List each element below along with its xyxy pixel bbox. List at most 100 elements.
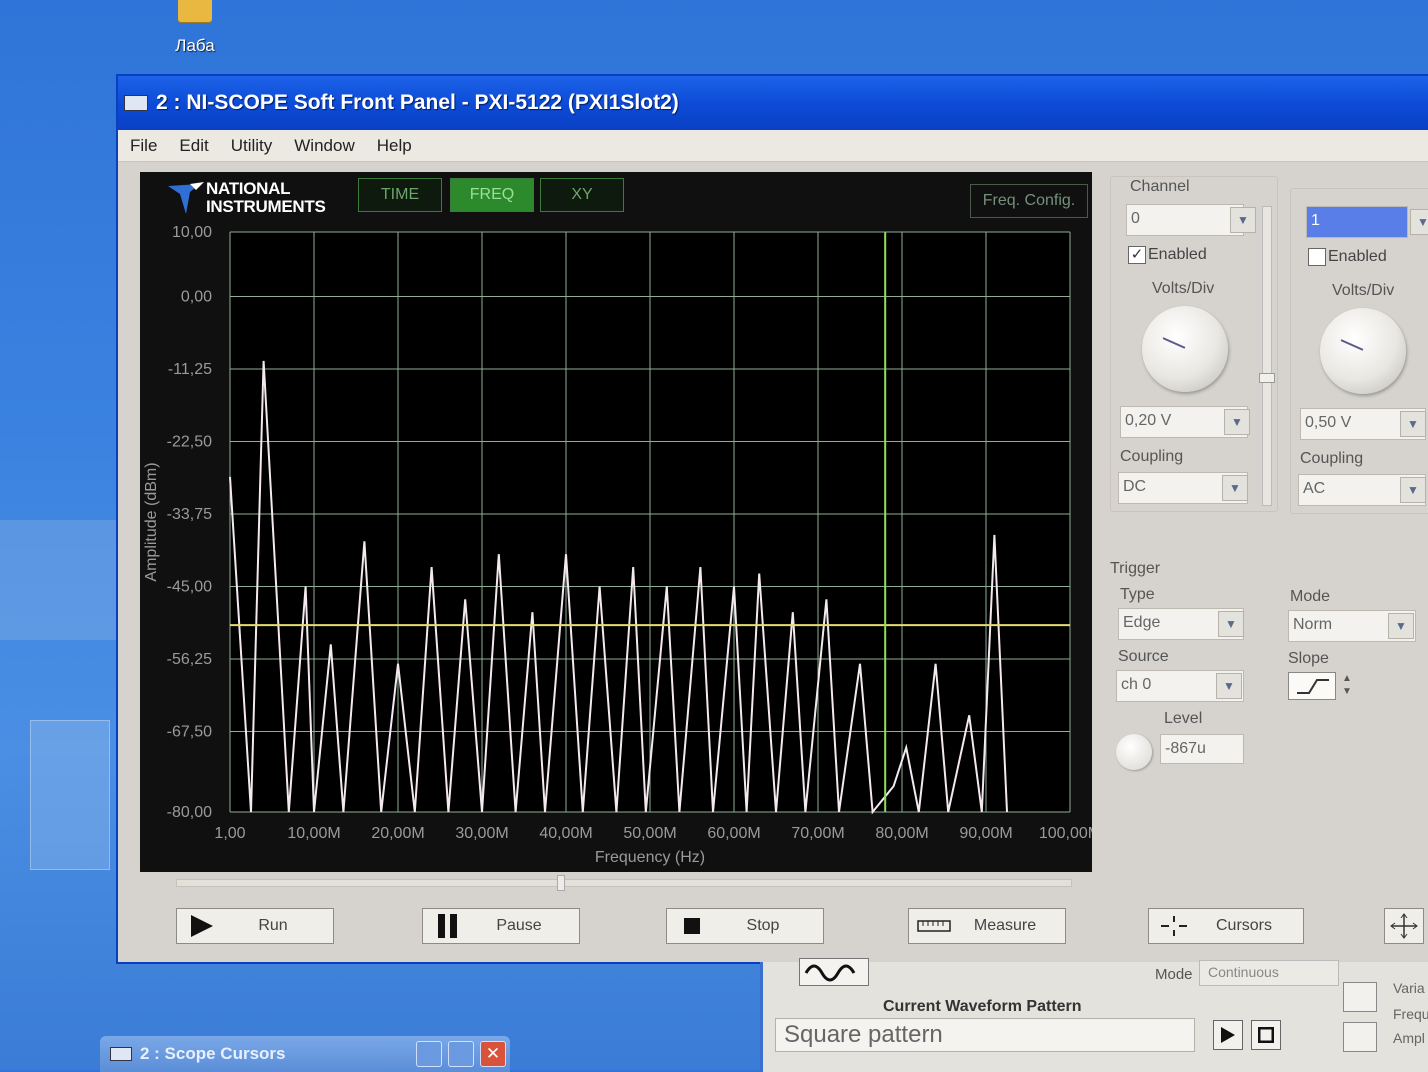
ruler-icon: [917, 920, 951, 932]
y-tick-label: 0,00: [181, 288, 212, 305]
trigger-level-knob[interactable]: [1116, 734, 1152, 770]
generator-option-button-1[interactable]: [1343, 982, 1377, 1012]
side-label-amplitude: Ampl: [1393, 1030, 1425, 1046]
ni-eagle-icon: [168, 182, 204, 214]
title-bar[interactable]: 2 : NI-SCOPE Soft Front Panel - PXI-5122…: [118, 76, 1428, 130]
x-tick-label: 70,00M: [791, 825, 844, 842]
chevron-down-icon[interactable]: ▼: [1388, 613, 1414, 639]
chevron-down-icon[interactable]: ▼: [1400, 477, 1426, 503]
waveform-preview[interactable]: [799, 958, 869, 986]
play-icon: [191, 915, 213, 937]
x-tick-label: 1,00: [214, 825, 245, 842]
cursors-button[interactable]: Cursors: [1148, 908, 1304, 944]
stop-button[interactable]: Stop: [666, 908, 824, 944]
chevron-down-icon[interactable]: ▼: [1410, 209, 1428, 235]
menu-bar: File Edit Utility Window Help: [118, 130, 1428, 162]
x-tick-label: 40,00M: [539, 825, 592, 842]
scope-cursors-title: 2 : Scope Cursors: [140, 1044, 286, 1063]
spectrum-graph-panel: 10,00 0,00 -11,25 -22,50 -33,75 -45,00 -56,25 -…: [140, 172, 1092, 872]
channel0-select[interactable]: 0: [1126, 204, 1244, 236]
menu-window[interactable]: Window: [294, 136, 354, 156]
stop-icon: [684, 918, 700, 934]
generator-mode-select[interactable]: Continuous: [1199, 960, 1339, 986]
pause-button[interactable]: Pause: [422, 908, 580, 944]
measure-button[interactable]: Measure: [908, 908, 1066, 944]
pattern-field[interactable]: Square pattern: [775, 1018, 1195, 1052]
y-tick-label: -11,25: [168, 361, 212, 378]
pattern-title: Current Waveform Pattern: [883, 998, 1082, 1015]
y-axis-label: Amplitude (dBm): [143, 462, 160, 581]
chevron-down-icon[interactable]: ▼: [1216, 673, 1242, 699]
channel0-enabled-checkbox[interactable]: ✓: [1128, 246, 1146, 264]
run-button[interactable]: Run: [176, 908, 334, 944]
spectrum-plot[interactable]: 10,00 0,00 -11,25 -22,50 -33,75 -45,00 -56,25 -…: [140, 172, 1092, 872]
channel1-enabled-checkbox[interactable]: [1308, 248, 1326, 266]
channel1-enabled-label: Enabled: [1328, 248, 1387, 265]
tab-time[interactable]: TIME: [358, 178, 442, 212]
menu-utility[interactable]: Utility: [231, 136, 273, 156]
chevron-down-icon[interactable]: ▼: [1224, 409, 1250, 435]
side-label-variable: Varia: [1393, 980, 1425, 996]
x-tick-label: 80,00M: [875, 825, 928, 842]
freq-config-button[interactable]: Freq. Config.: [970, 184, 1088, 218]
trigger-slope-label: Slope: [1288, 650, 1329, 667]
close-icon[interactable]: ✕: [480, 1041, 506, 1067]
channel-scrollbar[interactable]: [1259, 206, 1275, 506]
channel1-coupling-label: Coupling: [1300, 450, 1364, 467]
trigger-slope-button[interactable]: [1288, 672, 1336, 700]
background-window-2: [30, 720, 110, 870]
slope-spinner-icon[interactable]: ▲ ▼: [1340, 672, 1354, 700]
tab-xy[interactable]: XY: [540, 178, 624, 212]
side-label-frequency: Frequ: [1393, 1006, 1428, 1022]
x-tick-label: 10,00M: [287, 825, 340, 842]
channel0-coupling-label: Coupling: [1120, 448, 1184, 465]
pause-button-label: Pause: [496, 917, 542, 934]
channel0-volts-div-knob[interactable]: [1142, 306, 1228, 392]
channel0-enabled-label: Enabled: [1148, 246, 1207, 263]
y-tick-label: -67,50: [167, 723, 212, 740]
chevron-down-icon[interactable]: ▼: [1218, 611, 1244, 637]
generator-play-button[interactable]: [1213, 1020, 1243, 1050]
chevron-down-icon[interactable]: ▼: [1400, 411, 1426, 437]
channel1-volts-div-knob[interactable]: [1320, 308, 1406, 394]
graph-scroll-thumb[interactable]: [557, 875, 565, 891]
channel-scroll-thumb[interactable]: [1259, 373, 1275, 383]
menu-edit[interactable]: Edit: [179, 136, 208, 156]
cursors-button-label: Cursors: [1215, 917, 1272, 934]
menu-file[interactable]: File: [130, 136, 157, 156]
x-tick-label: 100,00M: [1039, 825, 1092, 842]
scope-cursors-window[interactable]: 2 : Scope Cursors ✕: [100, 1036, 510, 1072]
trigger-mode-label: Mode: [1290, 588, 1331, 605]
y-tick-label: -80,00: [167, 804, 212, 821]
x-tick-label: 30,00M: [455, 825, 508, 842]
waveform-generator-window: Mode Continuous Current Waveform Pattern…: [760, 958, 1428, 1072]
trigger-level-label: Level: [1164, 710, 1203, 727]
desktop-folder[interactable]: Лаба: [160, 0, 230, 56]
channel-label: Channel: [1130, 178, 1190, 195]
pan-button[interactable]: [1384, 908, 1424, 944]
channel1-select[interactable]: 1: [1306, 206, 1408, 238]
maximize-button[interactable]: [448, 1041, 474, 1067]
trigger-label: Trigger: [1110, 560, 1161, 577]
graph-scrollbar[interactable]: [176, 875, 1072, 891]
play-icon: [1221, 1027, 1235, 1043]
folder-icon: [178, 0, 212, 22]
tab-freq[interactable]: FREQ: [450, 178, 534, 212]
app-icon: [124, 95, 148, 111]
app-icon: [110, 1047, 132, 1061]
minimize-button[interactable]: [416, 1041, 442, 1067]
chevron-down-icon[interactable]: ▼: [1230, 207, 1256, 233]
cursor-crosshair-icon: [1161, 916, 1187, 936]
ni-logo-line1: NATIONAL: [206, 179, 291, 198]
ni-logo-line2: INSTRUMENTS: [206, 197, 326, 216]
trigger-level-field[interactable]: -867u: [1160, 734, 1244, 764]
channel1-volts-div-label: Volts/Div: [1332, 282, 1395, 299]
ni-logo: NATIONAL INSTRUMENTS: [166, 179, 326, 216]
menu-help[interactable]: Help: [377, 136, 412, 156]
x-tick-label: 20,00M: [371, 825, 424, 842]
chevron-down-icon[interactable]: ▼: [1222, 475, 1248, 501]
x-tick-label: 50,00M: [623, 825, 676, 842]
generator-option-button-2[interactable]: [1343, 1022, 1377, 1052]
trigger-type-label: Type: [1120, 586, 1155, 603]
generator-stop-button[interactable]: [1251, 1020, 1281, 1050]
